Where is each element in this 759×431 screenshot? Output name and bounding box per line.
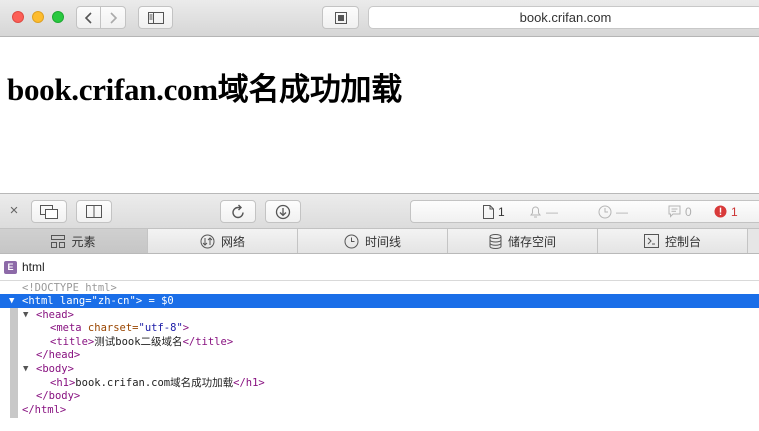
address-bar[interactable]: book.crifan.com xyxy=(368,6,759,29)
title-tag: <title>测试book二级域名</title> xyxy=(50,336,234,348)
console-icon xyxy=(643,234,659,248)
load-time-status[interactable]: — xyxy=(598,201,628,222)
html-open-tag: <html lang="zh-cn"> = $0 xyxy=(22,295,174,307)
back-button[interactable] xyxy=(76,6,101,29)
tab-console[interactable]: 控制台 xyxy=(598,229,748,253)
activity-status: 1 — — 0 1 xyxy=(410,200,759,223)
doctype-text: <!DOCTYPE html> xyxy=(22,282,117,294)
url-text: book.crifan.com xyxy=(519,10,612,25)
resources-status[interactable]: 1 xyxy=(483,201,505,222)
dom-node-body[interactable]: ▼ <body> xyxy=(0,362,759,376)
load-time: — xyxy=(616,204,628,219)
h1-tag: <h1>book.crifan.com域名成功加载</h1> xyxy=(50,377,265,389)
html-close-tag: </html> xyxy=(22,404,67,416)
logs-count: 0 xyxy=(685,204,692,219)
split-view-icon xyxy=(86,205,102,218)
tab-storage[interactable]: 储存空间 xyxy=(448,229,598,253)
document-icon xyxy=(483,204,494,219)
tab-label: 储存空间 xyxy=(507,234,556,249)
storage-icon xyxy=(489,233,502,249)
dom-node-doctype[interactable]: <!DOCTYPE html> xyxy=(0,281,759,295)
head-open-tag: <head> xyxy=(36,309,74,321)
download-icon xyxy=(275,204,291,219)
close-inspector-button[interactable]: × xyxy=(6,203,22,219)
chevron-right-icon xyxy=(110,11,118,24)
dom-node-body-close[interactable]: </body> xyxy=(0,389,759,403)
dom-node-h1[interactable]: <h1>book.crifan.com域名成功加载</h1> xyxy=(0,376,759,390)
browser-titlebar: book.crifan.com xyxy=(0,0,759,37)
body-open-tag: <body> xyxy=(36,363,74,375)
tab-elements[interactable]: 元素 xyxy=(0,229,148,253)
message-icon xyxy=(668,205,681,218)
disclosure-triangle-icon[interactable]: ▼ xyxy=(23,362,28,376)
web-page-viewport: book.crifan.com域名成功加载 xyxy=(0,38,759,193)
tab-network[interactable]: 网络 xyxy=(148,229,298,253)
tab-label: 元素 xyxy=(71,234,96,249)
download-button[interactable] xyxy=(265,200,301,223)
warnings-status[interactable]: — xyxy=(529,201,558,222)
breadcrumb: E html xyxy=(0,254,759,281)
bell-icon xyxy=(530,206,541,218)
separate-window-icon xyxy=(40,204,58,219)
minimize-window-button[interactable] xyxy=(32,11,44,23)
tab-label: 时间线 xyxy=(364,234,401,249)
tab-label: 控制台 xyxy=(664,234,701,249)
network-icon xyxy=(200,234,215,248)
disclosure-triangle-icon[interactable]: ▼ xyxy=(9,294,14,308)
error-icon xyxy=(714,205,727,218)
elements-icon xyxy=(51,234,66,248)
disclosure-triangle-icon[interactable]: ▼ xyxy=(23,308,28,322)
dom-node-head[interactable]: ▼ <head> xyxy=(0,308,759,322)
dom-node-html[interactable]: ▼ <html lang="zh-cn"> = $0 xyxy=(0,294,759,308)
selected-node-marker: = $0 xyxy=(142,295,174,307)
inspector-tab-bar: 元素 网络 时间线 储存空间 控制台 xyxy=(0,229,759,254)
reader-icon xyxy=(334,11,347,24)
dock-side-button[interactable] xyxy=(76,200,112,223)
timeline-icon xyxy=(344,234,359,248)
chevron-left-icon xyxy=(84,11,92,24)
sidebar-toggle-button[interactable] xyxy=(138,6,173,29)
page-heading: book.crifan.com域名成功加载 xyxy=(7,72,402,107)
breadcrumb-item-html[interactable]: html xyxy=(22,260,45,274)
dom-node-meta[interactable]: <meta charset="utf-8"> xyxy=(0,321,759,335)
close-window-button[interactable] xyxy=(12,11,24,23)
body-close-tag: </body> xyxy=(36,390,81,402)
tab-timelines[interactable]: 时间线 xyxy=(298,229,448,253)
meta-tag: <meta charset="utf-8"> xyxy=(50,322,190,334)
inspector-toolbar: × 1 — — 0 1 xyxy=(0,193,759,229)
reader-button[interactable] xyxy=(322,6,359,29)
dom-node-head-close[interactable]: </head> xyxy=(0,348,759,362)
dom-tree: <!DOCTYPE html> ▼ <html lang="zh-cn"> = … xyxy=(0,281,759,431)
errors-status[interactable]: 1 xyxy=(714,201,738,222)
logs-status[interactable]: 0 xyxy=(668,201,692,222)
head-close-tag: </head> xyxy=(36,349,81,361)
zoom-window-button[interactable] xyxy=(52,11,64,23)
dom-node-html-close[interactable]: </html> xyxy=(0,403,759,417)
resources-count: 1 xyxy=(498,204,505,219)
clock-icon xyxy=(598,205,612,218)
undock-button[interactable] xyxy=(31,200,67,223)
errors-count: 1 xyxy=(731,204,738,219)
dom-node-title[interactable]: <title>测试book二级域名</title> xyxy=(0,335,759,349)
element-icon: E xyxy=(4,260,17,274)
reload-button[interactable] xyxy=(220,200,256,223)
reload-icon xyxy=(232,204,244,218)
sidebar-icon xyxy=(147,11,164,24)
forward-button[interactable] xyxy=(100,6,126,29)
tab-label: 网络 xyxy=(220,234,245,249)
warnings-count: — xyxy=(546,204,558,219)
